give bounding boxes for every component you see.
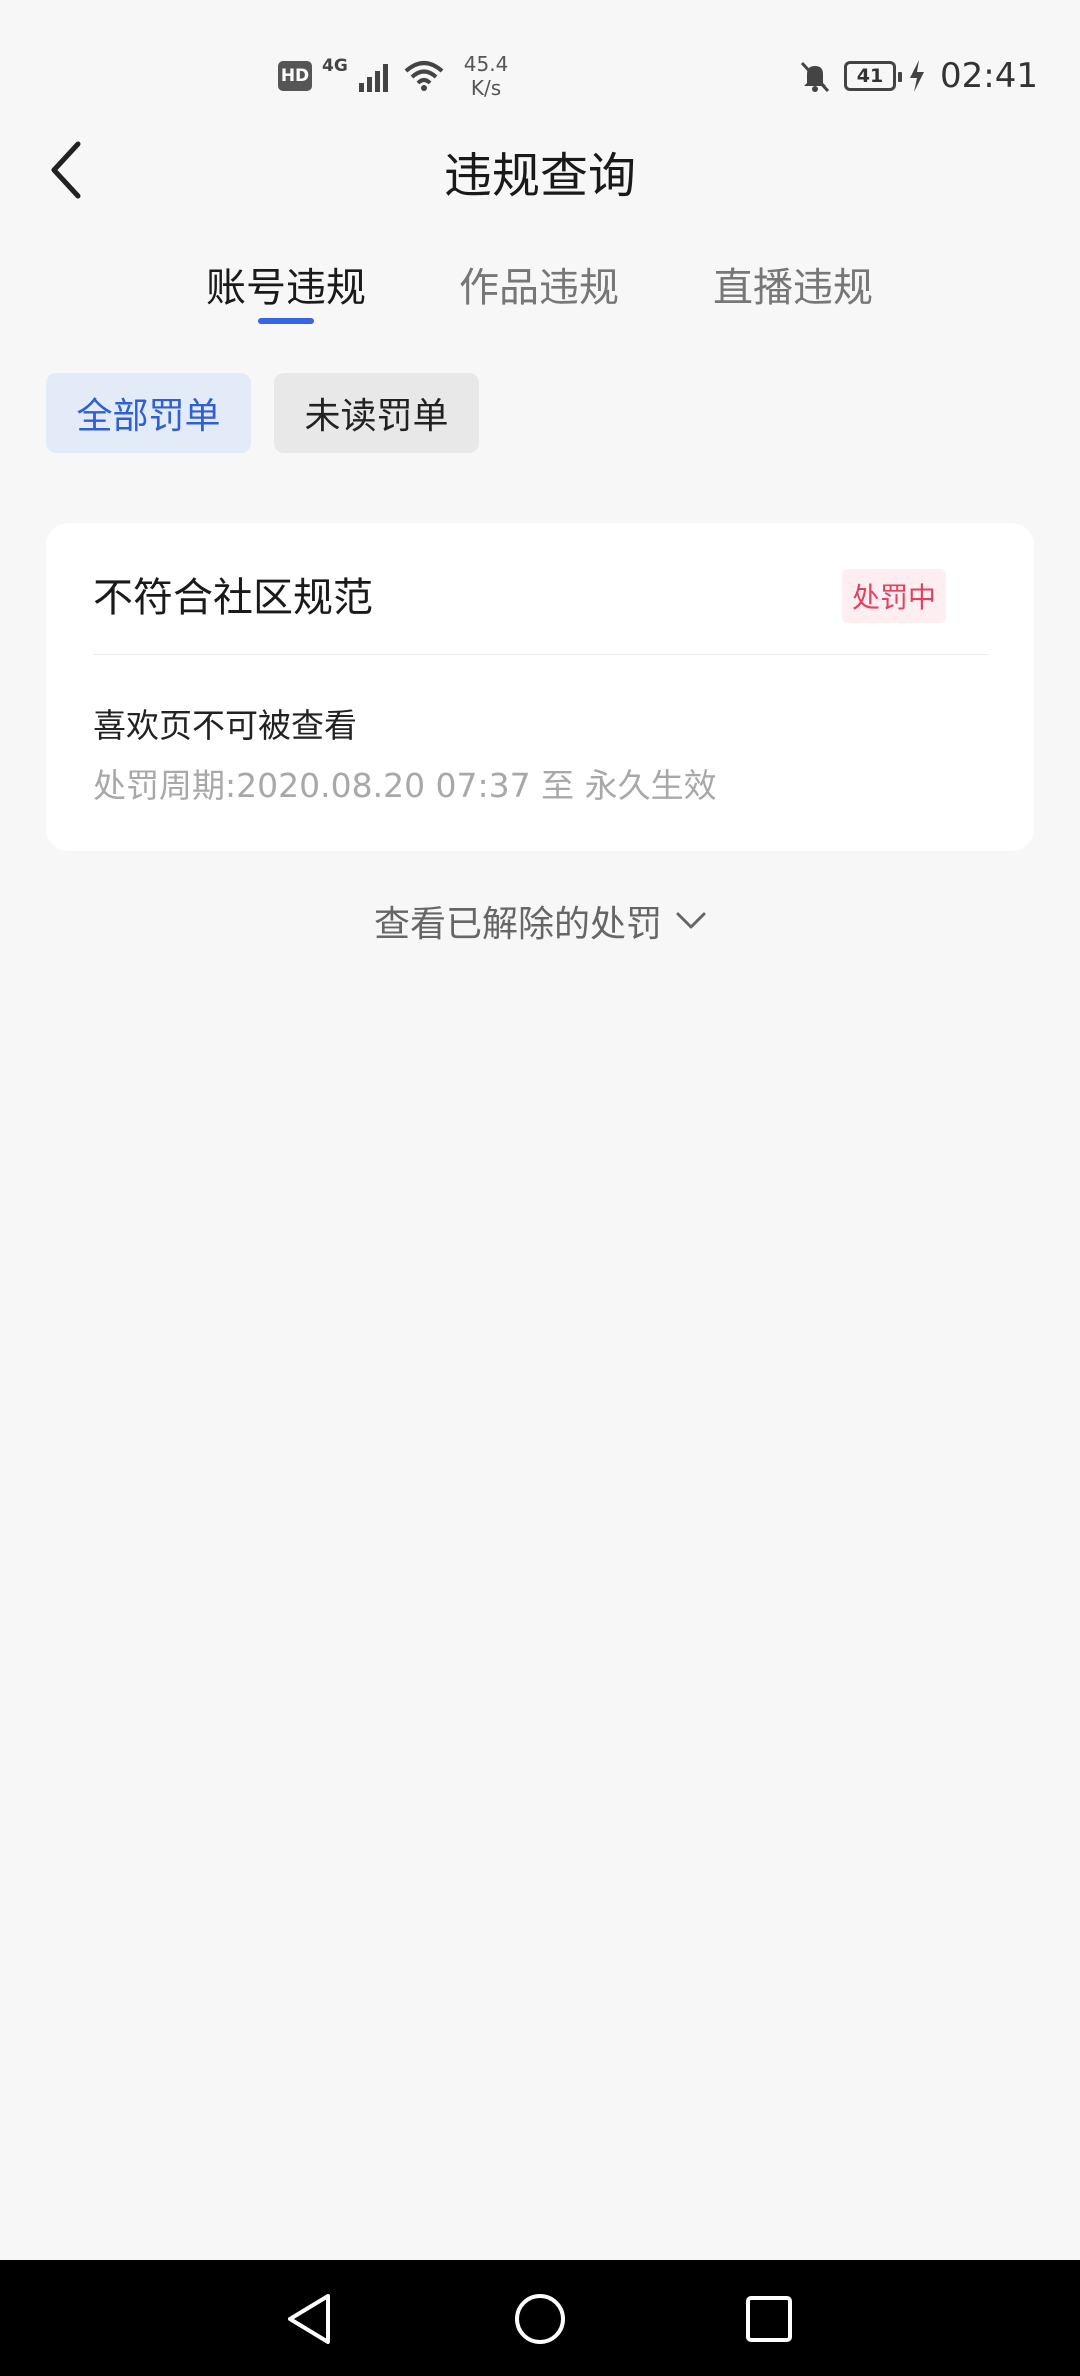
hd-icon: HD xyxy=(278,61,312,91)
status-badge: 处罚中 xyxy=(842,569,947,623)
tab-bar: 账号违规 作品违规 直播违规 xyxy=(0,255,1080,335)
view-resolved-penalties-button[interactable]: 查看已解除的处罚 xyxy=(0,895,1080,947)
tab-work-violations[interactable]: 作品违规 xyxy=(459,255,619,313)
battery-icon: 41 xyxy=(844,61,903,91)
status-bar: HD 4G 45.4 K/s 41 02:41 xyxy=(0,0,1080,140)
triangle-back-icon xyxy=(288,2294,330,2344)
status-right: 41 02:41 xyxy=(798,48,1038,104)
page-title: 违规查询 xyxy=(443,148,636,204)
signal-icon xyxy=(358,64,388,92)
divider xyxy=(93,654,988,655)
status-left: HD 4G 45.4 K/s xyxy=(278,48,508,104)
circle-home-icon xyxy=(515,2294,565,2344)
nav-back-button[interactable] xyxy=(274,2284,344,2354)
tab-active-indicator xyxy=(258,318,314,324)
screen: HD 4G 45.4 K/s 41 02:41 违规查询 账号违规 作品违规 直… xyxy=(0,0,1080,2376)
penalty-title: 不符合社区规范 xyxy=(93,575,373,621)
wifi-icon xyxy=(404,61,444,91)
view-resolved-label: 查看已解除的处罚 xyxy=(373,904,662,945)
bell-muted-icon xyxy=(800,61,830,93)
network-speed: 45.4 K/s xyxy=(464,52,509,100)
nav-home-button[interactable] xyxy=(505,2284,575,2354)
square-recents-icon xyxy=(746,2296,792,2342)
filter-all-penalties[interactable]: 全部罚单 xyxy=(46,373,251,453)
filter-unread-penalties[interactable]: 未读罚单 xyxy=(274,373,479,453)
network-type: 4G xyxy=(322,56,348,76)
tab-live-violations[interactable]: 直播违规 xyxy=(713,255,873,313)
system-nav-bar xyxy=(0,2260,1080,2376)
clock: 02:41 xyxy=(940,56,1038,96)
chevron-down-icon xyxy=(676,912,706,929)
speed-value: 45.4 xyxy=(463,52,509,76)
penalty-period: 处罚周期:2020.08.20 07:37 至 永久生效 xyxy=(93,766,717,805)
tab-account-violations[interactable]: 账号违规 xyxy=(206,255,366,313)
charging-icon xyxy=(910,60,925,92)
speed-unit: K/s xyxy=(470,76,502,100)
penalty-card[interactable]: 不符合社区规范 处罚中 喜欢页不可被查看 处罚周期:2020.08.20 07:… xyxy=(46,523,1034,851)
nav-recents-button[interactable] xyxy=(734,2284,804,2354)
penalty-description: 喜欢页不可被查看 xyxy=(93,706,357,745)
